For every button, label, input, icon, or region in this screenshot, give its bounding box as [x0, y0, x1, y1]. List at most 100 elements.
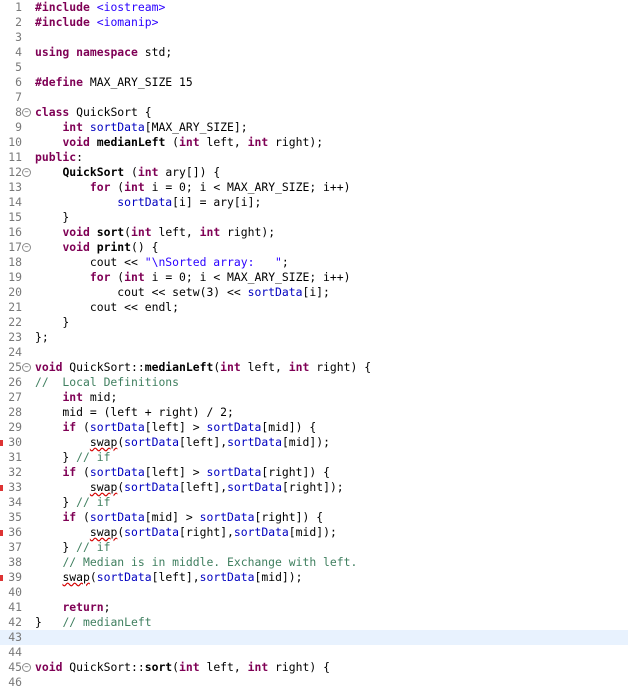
code-line[interactable]: 46 — [0, 675, 628, 690]
code-line[interactable]: 3 — [0, 30, 628, 45]
code-text[interactable]: void QuickSort::medianLeft(int left, int… — [35, 360, 371, 375]
code-text[interactable]: QuickSort (int ary[]) { — [35, 165, 220, 180]
code-text[interactable]: if (sortData[left] > sortData[right]) { — [35, 465, 330, 480]
code-token: medianLeft — [144, 360, 214, 374]
code-line[interactable]: 17− void print() { — [0, 240, 628, 255]
code-line[interactable]: 4 using namespace std; — [0, 45, 628, 60]
code-line[interactable]: 7 — [0, 90, 628, 105]
code-line[interactable]: 25− void QuickSort::medianLeft(int left, … — [0, 360, 628, 375]
code-line[interactable]: 5 — [0, 60, 628, 75]
code-text[interactable]: #define MAX_ARY_SIZE 15 — [35, 75, 193, 90]
fold-toggle-icon[interactable]: − — [22, 108, 31, 117]
code-line[interactable]: 45− void QuickSort::sort(int left, int ri… — [0, 660, 628, 675]
code-text[interactable]: // Local Definitions — [35, 375, 179, 390]
fold-toggle-icon[interactable]: − — [22, 363, 31, 372]
code-line[interactable]: 20 cout << setw(3) << sortData[i]; — [0, 285, 628, 300]
code-text[interactable]: } — [35, 210, 69, 225]
code-line[interactable]: 6 #define MAX_ARY_SIZE 15 — [0, 75, 628, 90]
code-line[interactable]: 29 if (sortData[left] > sortData[mid]) { — [0, 420, 628, 435]
code-text[interactable]: } // if — [35, 540, 110, 555]
code-editor[interactable]: 1 #include <iostream> 2 #include <iomanip> 3… — [0, 0, 628, 689]
code-text[interactable]: public: — [35, 150, 83, 165]
code-text[interactable]: using namespace std; — [35, 45, 172, 60]
code-line[interactable]: 14 sortData[i] = ary[i]; — [0, 195, 628, 210]
code-text[interactable]: void print() { — [35, 240, 158, 255]
code-text[interactable]: cout << "\nSorted array: "; — [35, 255, 289, 270]
code-text[interactable]: // Median is in middle. Exchange with le… — [35, 555, 357, 570]
code-text[interactable]: void medianLeft (int left, int right); — [35, 135, 323, 150]
code-text[interactable]: #include <iostream> — [35, 0, 165, 15]
fold-toggle-icon[interactable]: − — [22, 168, 31, 177]
code-line[interactable]: 23}; — [0, 330, 628, 345]
code-text[interactable]: }; — [35, 330, 49, 345]
code-line[interactable]: 19 for (int i = 0; i < MAX_ARY_SIZE; i++… — [0, 270, 628, 285]
code-line[interactable]: 13 for (int i = 0; i < MAX_ARY_SIZE; i++… — [0, 180, 628, 195]
code-line[interactable]: 2 #include <iomanip> — [0, 15, 628, 30]
code-text[interactable]: for (int i = 0; i < MAX_ARY_SIZE; i++) — [35, 180, 351, 195]
code-text[interactable]: swap(sortData[left],sortData[mid]); — [35, 570, 302, 585]
code-text[interactable]: for (int i = 0; i < MAX_ARY_SIZE; i++) — [35, 270, 351, 285]
fold-toggle-icon[interactable]: − — [22, 663, 31, 672]
code-line[interactable]: 26 // Local Definitions — [0, 375, 628, 390]
code-text[interactable]: mid = (left + right) / 2; — [35, 405, 233, 420]
code-text[interactable]: cout << setw(3) << sortData[i]; — [35, 285, 330, 300]
code-line[interactable]: 18 cout << "\nSorted array: "; — [0, 255, 628, 270]
code-text[interactable]: return; — [35, 600, 110, 615]
code-text[interactable]: } — [35, 315, 69, 330]
code-token: sortData — [89, 420, 145, 434]
code-line[interactable]: 27 int mid; — [0, 390, 628, 405]
code-line[interactable]: 41 return; — [0, 600, 628, 615]
code-text[interactable]: int mid; — [35, 390, 117, 405]
code-line[interactable]: 22 } — [0, 315, 628, 330]
code-line[interactable]: 34 } // if — [0, 495, 628, 510]
code-line[interactable]: 44 — [0, 645, 628, 660]
code-text[interactable]: void QuickSort::sort(int left, int right… — [35, 660, 330, 675]
code-line[interactable]: 21 cout << endl; — [0, 300, 628, 315]
code-line[interactable]: 16 void sort(int left, int right); — [0, 225, 628, 240]
code-token: [ — [144, 120, 152, 134]
code-text[interactable]: void sort(int left, int right); — [35, 225, 275, 240]
code-text[interactable]: swap(sortData[right],sortData[mid]); — [35, 525, 337, 540]
code-token: right); — [220, 225, 276, 239]
code-text[interactable]: cout << endl; — [35, 300, 179, 315]
code-text[interactable]: swap(sortData[left],sortData[mid]); — [35, 435, 330, 450]
code-line[interactable]: 30 swap(sortData[left],sortData[mid]); — [0, 435, 628, 450]
code-text[interactable]: sortData[i] = ary[i]; — [35, 195, 261, 210]
code-line[interactable]: 31 } // if — [0, 450, 628, 465]
code-line[interactable]: 1 #include <iostream> — [0, 0, 628, 15]
code-line[interactable]: 36 swap(sortData[right],sortData[mid]); — [0, 525, 628, 540]
current-line[interactable]: 43 — [0, 630, 628, 645]
code-line[interactable]: 28 mid = (left + right) / 2; — [0, 405, 628, 420]
code-line[interactable]: 37 } // if — [0, 540, 628, 555]
code-line[interactable]: 12− QuickSort (int ary[]) { — [0, 165, 628, 180]
code-line[interactable]: 15 } — [0, 210, 628, 225]
line-number: 34 — [8, 495, 22, 509]
code-line[interactable]: 11 public: — [0, 150, 628, 165]
code-line[interactable]: 8− class QuickSort { — [0, 105, 628, 120]
code-token: void — [62, 240, 90, 254]
code-line[interactable]: 24 — [0, 345, 628, 360]
code-text[interactable]: } // if — [35, 495, 110, 510]
fold-toggle-icon[interactable]: − — [22, 243, 31, 252]
code-text[interactable]: #include <iomanip> — [35, 15, 158, 30]
code-line[interactable]: 35 if (sortData[mid] > sortData[right]) … — [0, 510, 628, 525]
line-number: 15 — [8, 210, 22, 224]
code-text[interactable]: class QuickSort { — [35, 105, 152, 120]
code-text[interactable]: if (sortData[left] > sortData[mid]) { — [35, 420, 316, 435]
code-text[interactable]: } // medianLeft — [35, 615, 152, 630]
code-line[interactable]: 32 if (sortData[left] > sortData[right])… — [0, 465, 628, 480]
code-line[interactable]: 39 swap(sortData[left],sortData[mid]); — [0, 570, 628, 585]
line-number: 42 — [8, 615, 22, 629]
code-token: QuickSort:: — [62, 660, 145, 674]
code-line[interactable]: 40 — [0, 585, 628, 600]
code-text[interactable]: int sortData[MAX_ARY_SIZE]; — [35, 120, 247, 135]
code-line[interactable]: 10 void medianLeft (int left, int right)… — [0, 135, 628, 150]
code-text[interactable]: } // if — [35, 450, 110, 465]
code-text[interactable]: if (sortData[mid] > sortData[right]) { — [35, 510, 323, 525]
code-line[interactable]: 33 swap(sortData[left],sortData[right]); — [0, 480, 628, 495]
code-line[interactable]: 42 } // medianLeft — [0, 615, 628, 630]
code-text[interactable]: swap(sortData[left],sortData[right]); — [35, 480, 344, 495]
code-line[interactable]: 38 // Median is in middle. Exchange with… — [0, 555, 628, 570]
code-token: void — [62, 225, 90, 239]
code-line[interactable]: 9 int sortData[MAX_ARY_SIZE]; — [0, 120, 628, 135]
